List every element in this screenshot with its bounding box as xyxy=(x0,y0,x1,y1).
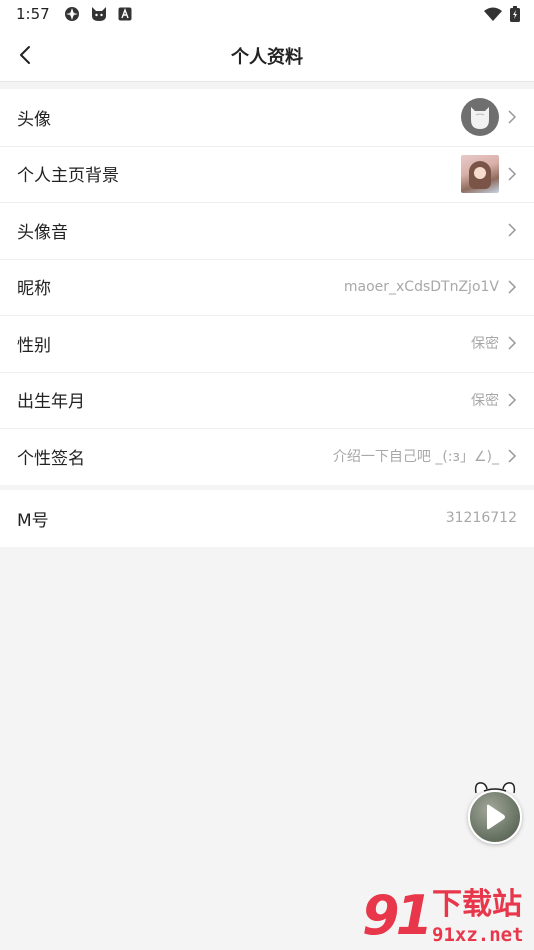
status-time: 1:57 xyxy=(16,5,50,23)
status-bar: 1:57 xyxy=(0,0,534,28)
birth-month-value: 保密 xyxy=(471,392,499,409)
row-label: 性别 xyxy=(17,335,51,356)
row-label: 个性签名 xyxy=(17,448,85,469)
chevron-right-icon xyxy=(508,110,517,124)
signature-row[interactable]: 个性签名 介绍一下自己吧 _(:з」∠)_ xyxy=(0,428,534,485)
page-title: 个人资料 xyxy=(231,47,303,68)
app-icon xyxy=(64,6,80,22)
floating-player-button[interactable] xyxy=(468,780,522,844)
site-watermark: 91 下载站 91xz.net xyxy=(362,884,534,950)
gender-value: 保密 xyxy=(471,336,499,353)
account-id-section: M号 31216712 xyxy=(0,490,534,547)
profile-background-row[interactable]: 个人主页背景 xyxy=(0,145,534,203)
nickname-row[interactable]: 昵称 maoer_xCdsDTnZjo1V xyxy=(0,258,534,316)
row-label: 出生年月 xyxy=(17,392,85,413)
cat-icon xyxy=(90,6,108,22)
row-label: 个人主页背景 xyxy=(17,166,119,187)
chevron-right-icon xyxy=(508,280,517,294)
row-label: 昵称 xyxy=(17,279,51,300)
chevron-right-icon xyxy=(508,223,517,237)
watermark-number: 91 xyxy=(362,884,433,947)
chevron-right-icon xyxy=(508,393,517,407)
status-system-icons xyxy=(484,6,520,22)
battery-icon xyxy=(510,6,520,22)
watermark-brand: 下载站 xyxy=(432,887,522,922)
avatar-sound-row[interactable]: 头像音 xyxy=(0,202,534,259)
signature-value: 介绍一下自己吧 _(:з」∠)_ xyxy=(332,449,499,466)
m-number-row: M号 31216712 xyxy=(0,490,534,547)
avatar-row[interactable]: 头像 xyxy=(0,89,534,146)
avatar xyxy=(461,98,499,137)
row-label: 头像 xyxy=(17,109,51,130)
wifi-icon xyxy=(484,7,502,21)
chevron-right-icon xyxy=(508,336,517,350)
profile-settings-list: 头像 个人主页背景 头像音 昵称 maoer_xCdsDTnZjo1V 性别 保… xyxy=(0,89,534,485)
a-box-icon xyxy=(118,7,132,21)
background-thumbnail xyxy=(461,154,499,193)
play-icon xyxy=(487,804,505,830)
m-number-value: 31216712 xyxy=(445,510,517,527)
chevron-right-icon xyxy=(508,167,517,181)
header: 个人资料 xyxy=(0,28,534,82)
status-notification-icons xyxy=(64,6,132,22)
row-label: 头像音 xyxy=(17,222,68,243)
nickname-value: maoer_xCdsDTnZjo1V xyxy=(343,278,499,295)
gender-row[interactable]: 性别 保密 xyxy=(0,315,534,372)
watermark-url: 91xz.net xyxy=(432,924,524,946)
row-label: M号 xyxy=(17,510,49,531)
birth-month-row[interactable]: 出生年月 保密 xyxy=(0,371,534,429)
chevron-right-icon xyxy=(508,449,517,463)
